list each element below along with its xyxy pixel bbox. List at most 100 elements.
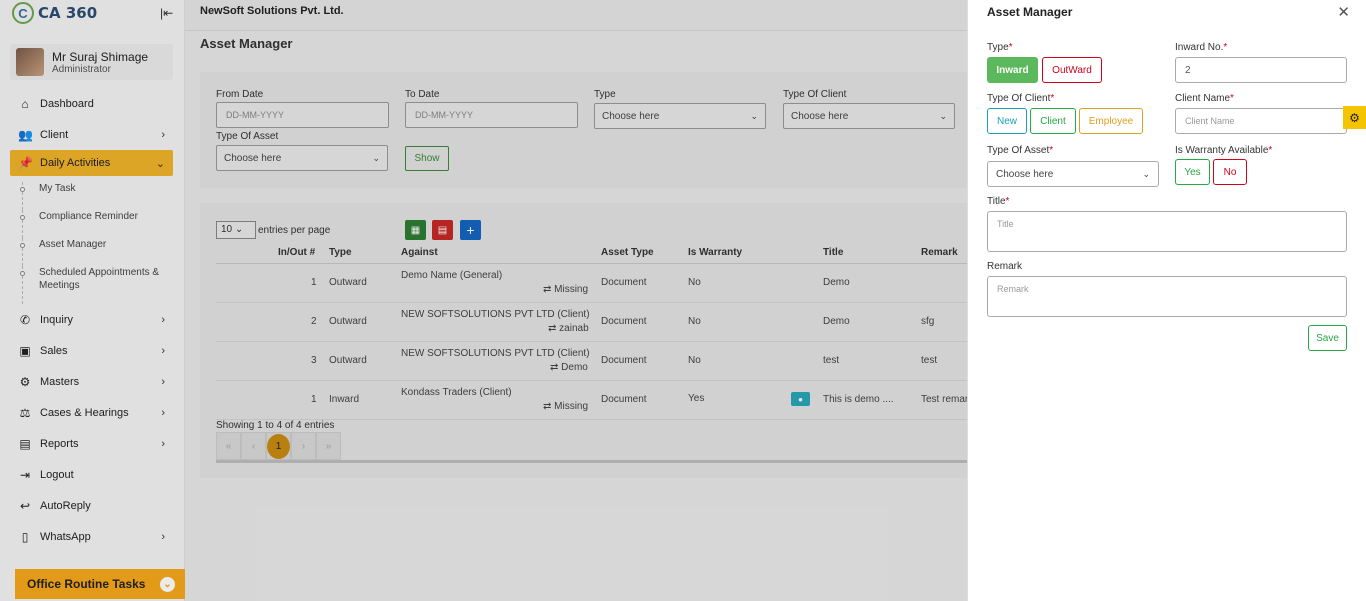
pdf-icon: ▤ <box>437 224 448 236</box>
cell-type: Inward <box>329 394 360 405</box>
client-type-employee-button[interactable]: Employee <box>1079 108 1143 134</box>
pin-icon: 📌 <box>18 156 33 170</box>
sidebar-subitem-label: Compliance Reminder <box>39 211 138 222</box>
first-page-button[interactable]: « <box>216 432 241 460</box>
sidebar-subitem-asset-manager[interactable]: Asset Manager <box>10 238 173 266</box>
add-asset-button[interactable]: + <box>460 220 481 240</box>
sidebar-item-cases-hearings[interactable]: ⚖ Cases & Hearings › <box>10 397 173 428</box>
sidebar-item-sales[interactable]: ▣ Sales › <box>10 335 173 366</box>
cell-title: Demo <box>823 277 850 288</box>
asset-type-select-value: Choose here <box>224 153 282 164</box>
asset-type-field-label: Type Of Asset* <box>987 145 1054 156</box>
client-type-field-label: Type Of Client* <box>987 93 1055 104</box>
chevron-right-icon: › <box>161 437 165 450</box>
pagination: « ‹ 1 › » <box>216 432 341 460</box>
sidebar-subitem-compliance-reminder[interactable]: Compliance Reminder <box>10 210 173 238</box>
info-icon[interactable]: ● <box>791 392 810 406</box>
client-type-client-button[interactable]: Client <box>1030 108 1076 134</box>
column-header-against[interactable]: Against <box>401 247 438 258</box>
cell-against-sub: ⇄ Missing <box>543 401 589 412</box>
cell-type: Outward <box>329 316 367 327</box>
sidebar-item-daily-activities[interactable]: 📌 Daily Activities ⌄ <box>10 150 173 176</box>
column-header-asset-type[interactable]: Asset Type <box>601 247 654 258</box>
sidebar-item-masters[interactable]: ⚙ Masters › <box>10 366 173 397</box>
table-header-divider <box>216 263 967 264</box>
sidebar-item-whatsapp[interactable]: ▯ WhatsApp › <box>10 521 173 552</box>
save-button[interactable]: Save <box>1308 325 1347 351</box>
excel-icon: ▦ <box>410 224 421 236</box>
warranty-no-button[interactable]: No <box>1213 159 1247 185</box>
topbar: NewSoft Solutions Pvt. Ltd. <box>185 0 967 31</box>
asset-type-panel-select[interactable]: Choose here ⌄ <box>987 161 1159 187</box>
last-page-button[interactable]: » <box>316 432 341 460</box>
row-divider <box>216 341 967 342</box>
sidebar-item-inquiry[interactable]: ✆ Inquiry › <box>10 304 173 335</box>
sidebar-item-label: AutoReply <box>40 499 91 512</box>
chevron-down-icon: ⌄ <box>155 157 165 170</box>
column-header-type[interactable]: Type <box>329 247 352 258</box>
column-header-inout[interactable]: In/Out # <box>278 247 315 258</box>
horizontal-scrollbar[interactable] <box>216 460 967 463</box>
client-type-select[interactable]: Choose here ⌄ <box>783 103 955 129</box>
asset-type-select[interactable]: Choose here ⌄ <box>216 145 388 171</box>
client-name-input[interactable]: Client Name <box>1175 108 1347 134</box>
title-field-label: Title* <box>987 196 1010 207</box>
cell-num: 3 <box>311 355 317 366</box>
sidebar-subitem-scheduled-appointments[interactable]: Scheduled Appointments & Meetings <box>10 266 173 304</box>
sidebar-subitem-label: Scheduled Appointments & Meetings <box>39 267 160 291</box>
export-pdf-button[interactable]: ▤ <box>432 220 453 240</box>
show-button[interactable]: Show <box>405 146 449 171</box>
cell-type: Outward <box>329 355 367 366</box>
inward-no-label: Inward No.* <box>1175 42 1228 53</box>
gear-icon[interactable]: ⚙ <box>1343 106 1366 129</box>
sidebar-nav: ⌂ Dashboard 👥 Client › 📌 Daily Activitie… <box>10 88 173 552</box>
entries-per-page-select[interactable]: 10 ⌄ <box>216 221 256 239</box>
prev-page-button[interactable]: ‹ <box>241 432 266 460</box>
phone-icon: ✆ <box>19 312 31 327</box>
cell-warranty: Yes <box>688 393 705 404</box>
close-icon[interactable]: ✕ <box>1337 3 1350 21</box>
office-routine-tasks-button[interactable]: Office Routine Tasks ⌄ <box>15 569 185 599</box>
column-header-remark[interactable]: Remark <box>921 247 958 258</box>
sidebar-item-autoreply[interactable]: ↩ AutoReply <box>10 490 173 521</box>
remark-textarea[interactable]: Remark <box>987 276 1347 317</box>
users-icon: 👥 <box>18 127 33 142</box>
profile-role: Administrator <box>52 63 111 75</box>
next-page-button[interactable]: › <box>291 432 316 460</box>
file-icon: ▤ <box>19 436 31 451</box>
collapse-sidebar-icon[interactable]: |⇤ <box>160 6 173 20</box>
company-name: NewSoft Solutions Pvt. Ltd. <box>200 5 344 17</box>
sidebar-item-label: Sales <box>40 344 68 357</box>
sidebar-subitem-my-task[interactable]: My Task <box>10 182 173 210</box>
cell-against-sub: ⇄ zainab <box>548 323 589 334</box>
app-logo[interactable]: C CA 360 <box>12 2 97 24</box>
type-select[interactable]: Choose here ⌄ <box>594 103 766 129</box>
cell-against-sub: ⇄ Demo <box>550 362 588 373</box>
showing-entries-text: Showing 1 to 4 of 4 entries <box>216 420 335 431</box>
outward-button[interactable]: OutWard <box>1042 57 1102 83</box>
page-1-button[interactable]: 1 <box>266 432 291 460</box>
to-date-input[interactable]: DD-MM-YYYY <box>405 102 578 128</box>
export-excel-button[interactable]: ▦ <box>405 220 426 240</box>
chevron-right-icon: › <box>161 313 165 326</box>
column-header-is-warranty[interactable]: Is Warranty <box>688 247 742 258</box>
from-date-input[interactable]: DD-MM-YYYY <box>216 102 389 128</box>
sidebar-item-client[interactable]: 👥 Client › <box>10 119 173 150</box>
bullet-icon <box>20 243 25 248</box>
sidebar-item-logout[interactable]: ⇥ Logout <box>10 459 173 490</box>
chevron-right-icon: › <box>161 375 165 388</box>
chevron-down-icon: ⌄ <box>372 153 380 163</box>
user-profile[interactable]: Mr Suraj Shimage Administrator <box>10 44 173 80</box>
entries-label: entries per page <box>258 225 331 236</box>
inward-button[interactable]: Inward <box>987 57 1038 83</box>
sidebar-item-dashboard[interactable]: ⌂ Dashboard <box>10 88 173 119</box>
warranty-yes-button[interactable]: Yes <box>1175 159 1210 185</box>
entries-value: 10 <box>221 224 233 235</box>
chevron-down-icon: ⌄ <box>160 576 175 592</box>
inward-no-input[interactable]: 2 <box>1175 57 1347 83</box>
sidebar-item-reports[interactable]: ▤ Reports › <box>10 428 173 459</box>
scale-icon: ⚖ <box>19 405 31 420</box>
column-header-title[interactable]: Title <box>823 247 843 258</box>
title-textarea[interactable]: Title <box>987 211 1347 252</box>
client-type-new-button[interactable]: New <box>987 108 1027 134</box>
